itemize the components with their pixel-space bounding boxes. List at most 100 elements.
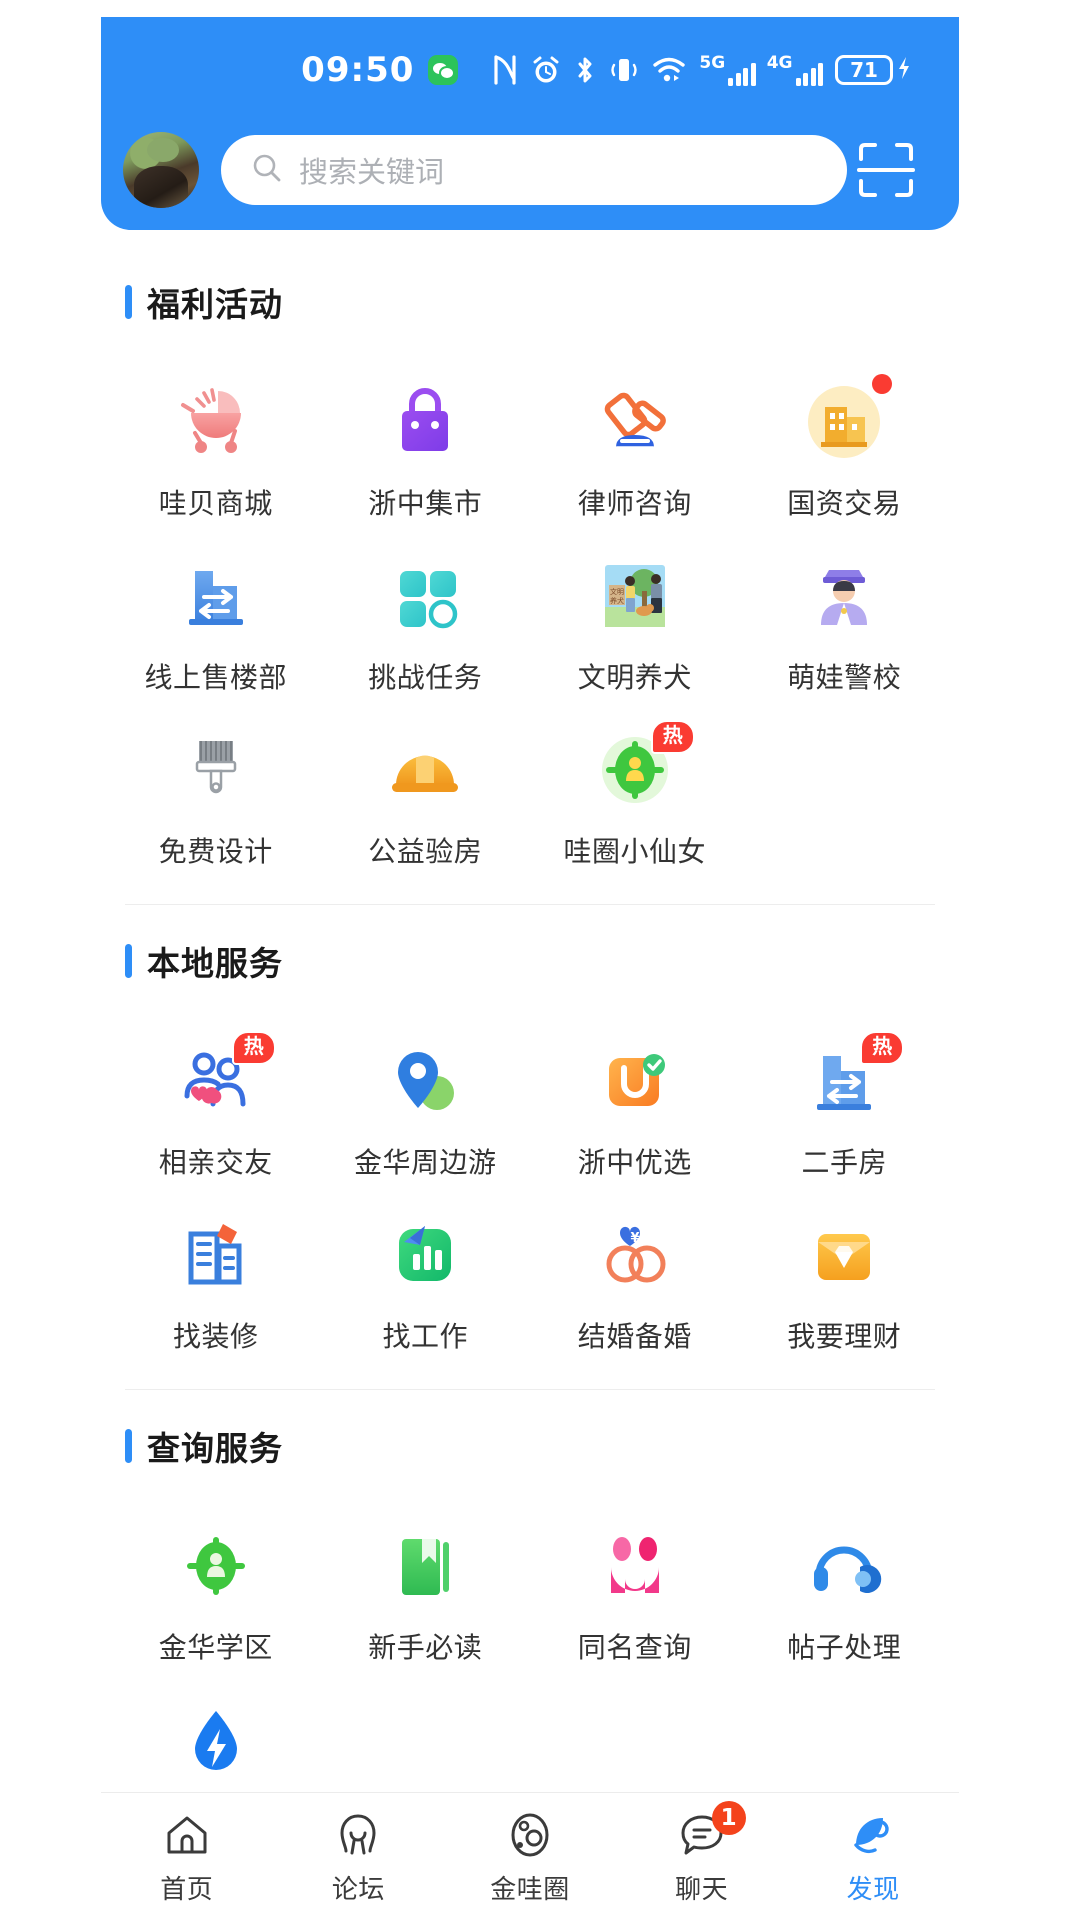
section-divider xyxy=(125,1389,935,1390)
app-screen: 09:50 5G 4G 71 搜索关键词 福利活动 哇贝商城 浙中集市 律师咨询… xyxy=(0,0,1080,1920)
status-icon-group: 5G 4G xyxy=(492,52,823,86)
grid-item-kid-police-school[interactable]: 萌娃警校 xyxy=(740,528,950,702)
section-title-1: 本地服务 xyxy=(125,935,959,987)
grid-item-label: 新手必读 xyxy=(368,1632,483,1663)
nfc-icon xyxy=(492,55,518,85)
building-swap-icon: 热 xyxy=(798,1031,905,1127)
chat-unread-badge: 1 xyxy=(711,1801,746,1835)
vibrate-icon xyxy=(609,55,639,85)
grid-item-find-renovation[interactable]: 找装修 xyxy=(111,1187,321,1361)
grid-item-post-handling[interactable]: 帖子处理 xyxy=(740,1498,950,1672)
grid-item-civilized-dog[interactable]: 文明 养犬 文明养犬 xyxy=(530,528,740,702)
grid-item-dating[interactable]: 热 相亲交友 xyxy=(111,1013,321,1187)
pink-face-icon xyxy=(589,1520,681,1612)
status-badge: 热 xyxy=(650,720,695,754)
svg-text:¥: ¥ xyxy=(630,1231,639,1246)
grid-item-challenge-task[interactable]: 挑战任务 xyxy=(321,528,531,702)
grid-item-label: 找工作 xyxy=(382,1321,468,1352)
section-label: 查询服务 xyxy=(147,1430,283,1467)
grid-item-find-job[interactable]: 找工作 xyxy=(321,1187,531,1361)
grid-section-0: 哇贝商城 浙中集市 律师咨询 国资交易 线上售楼部 挑战任务 文明 养犬 文明养… xyxy=(101,354,959,876)
grid-item-jinhua-tour[interactable]: 金华周边游 xyxy=(321,1013,531,1187)
tab-forum[interactable]: 论坛 xyxy=(273,1807,445,1906)
grid-item-label: 浙中集市 xyxy=(368,488,483,519)
tab-home[interactable]: 首页 xyxy=(101,1807,273,1906)
wedding-rings-icon: ¥ xyxy=(589,1209,681,1301)
section-title-2: 查询服务 xyxy=(125,1420,959,1472)
grid-item-label: 帖子处理 xyxy=(787,1632,902,1663)
grid-item-zhezhong-market[interactable]: 浙中集市 xyxy=(321,354,531,528)
grid-item-zhezhong-select[interactable]: 浙中优选 xyxy=(530,1013,740,1187)
hardhat-icon xyxy=(379,724,471,816)
green-person-icon xyxy=(170,1520,262,1612)
grid-item-secondhand-house[interactable]: 热 二手房 xyxy=(740,1013,950,1187)
search-input[interactable]: 搜索关键词 xyxy=(221,135,847,205)
grid-section-2: 金华学区 新手必读 同名查询 帖子处理 xyxy=(101,1498,959,1806)
grid-section-1: 热 相亲交友 金华周边游 浙中优选 热 二手房 找装修 找工作 ¥ 结婚备婚 我… xyxy=(101,1013,959,1361)
section-accent-bar xyxy=(125,285,132,319)
tab-label: 首页 xyxy=(160,1874,214,1904)
grid-item-free-design[interactable]: 免费设计 xyxy=(111,702,321,876)
grid-item-same-name-search[interactable]: 同名查询 xyxy=(530,1498,740,1672)
renovation-icon xyxy=(170,1209,262,1301)
four-grid-icon xyxy=(379,550,471,642)
search-row: 搜索关键词 xyxy=(101,127,959,213)
battery-indicator: 71 xyxy=(835,55,911,85)
grid-item-finance[interactable]: 我要理财 xyxy=(740,1187,950,1361)
section-label: 本地服务 xyxy=(147,945,283,982)
wallet-diamond-icon xyxy=(798,1209,890,1301)
grid-item-label: 金华学区 xyxy=(158,1632,273,1663)
net4g-label: 4G xyxy=(766,52,793,73)
gavel-icon xyxy=(589,376,681,468)
grid-item-label: 我要理财 xyxy=(787,1321,902,1352)
tab-discover[interactable]: 发现 xyxy=(787,1807,959,1906)
grid-item-lawyer-consult[interactable]: 律师咨询 xyxy=(530,354,740,528)
couple-heart-icon: 热 xyxy=(170,1031,276,1127)
tab-chat[interactable]: 1 聊天 xyxy=(616,1801,788,1906)
alarm-icon xyxy=(531,55,561,85)
grid-item-label: 免费设计 xyxy=(158,836,273,867)
grid-item-label: 哇圈小仙女 xyxy=(563,836,706,867)
signal-4g: 4G xyxy=(766,52,823,86)
grid-item-label: 找装修 xyxy=(172,1321,259,1352)
avatar[interactable] xyxy=(123,132,199,208)
lightning-bolt-icon xyxy=(897,56,911,85)
status-badge: 热 xyxy=(231,1031,276,1065)
discover-icon xyxy=(845,1807,901,1863)
grid-item-state-asset-trade[interactable]: 国资交易 xyxy=(740,354,950,528)
bottom-tab-bar: 首页 论坛 金哇圈 1 聊天 发现 xyxy=(101,1792,959,1920)
grid-item-wedding-prep[interactable]: ¥ 结婚备婚 xyxy=(530,1187,740,1361)
grid-item-online-sales-office[interactable]: 线上售楼部 xyxy=(111,528,321,702)
green-person-icon: 热 xyxy=(589,720,695,816)
grid-item-wa-circle-fairy[interactable]: 热 哇圈小仙女 xyxy=(530,702,740,876)
scan-qr-icon[interactable] xyxy=(847,141,925,199)
wechat-icon xyxy=(428,55,459,85)
tab-label: 金哇圈 xyxy=(490,1874,570,1904)
main-content: 福利活动 哇贝商城 浙中集市 律师咨询 国资交易 线上售楼部 挑战任务 文明 养… xyxy=(101,230,959,1806)
signal-5g: 5G xyxy=(699,54,756,86)
battery-level: 71 xyxy=(850,58,878,82)
paintbrush-icon xyxy=(170,724,262,816)
grid-item-newbie-guide[interactable]: 新手必读 xyxy=(321,1498,531,1672)
green-chart-icon xyxy=(379,1209,471,1301)
grid-item-waibei-mall[interactable]: 哇贝商城 xyxy=(111,354,321,528)
grid-item-empty xyxy=(740,702,950,876)
bluetooth-icon xyxy=(574,55,596,85)
building-swap-icon xyxy=(170,550,262,642)
headset-icon xyxy=(798,1520,890,1612)
dog-walk-photo-icon: 文明 养犬 xyxy=(589,550,681,642)
section-label: 福利活动 xyxy=(147,286,283,323)
grid-item-quick-service[interactable] xyxy=(111,1672,321,1806)
tab-label: 聊天 xyxy=(675,1874,729,1904)
home-icon xyxy=(159,1807,215,1863)
stroller-icon xyxy=(170,376,262,468)
grid-item-label: 律师咨询 xyxy=(577,488,692,519)
grid-item-school-district[interactable]: 金华学区 xyxy=(111,1498,321,1672)
tab-jinwa-circle[interactable]: 金哇圈 xyxy=(444,1807,616,1906)
grid-item-charity-inspection[interactable]: 公益验房 xyxy=(321,702,531,876)
grid-item-label: 挑战任务 xyxy=(368,662,483,693)
status-bar: 09:50 5G 4G 71 xyxy=(101,41,959,99)
grid-item-label: 同名查询 xyxy=(577,1632,692,1663)
search-placeholder: 搜索关键词 xyxy=(299,157,445,189)
grid-item-label: 国资交易 xyxy=(787,488,902,519)
